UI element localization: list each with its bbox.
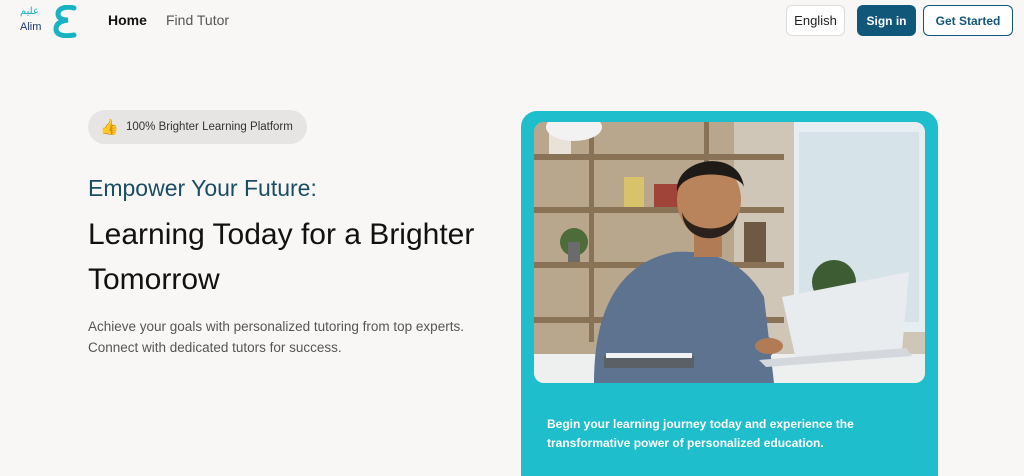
card-caption: Begin your learning journey today and ex… xyxy=(547,417,854,450)
alim-logo[interactable]: عليم Alim xyxy=(18,4,78,40)
badge-text: 100% Brighter Learning Platform xyxy=(126,121,293,133)
hero-description: Achieve your goals with personalized tut… xyxy=(88,319,464,355)
signin-button[interactable]: Sign in xyxy=(857,5,916,36)
hero-eyebrow: Empower Your Future: xyxy=(88,175,317,201)
tutor-photo-illustration xyxy=(534,122,925,383)
language-button[interactable]: English xyxy=(786,5,845,36)
nav-find-tutor[interactable]: Find Tutor xyxy=(166,12,229,28)
nav-home[interactable]: Home xyxy=(108,12,147,28)
thumbs-up-icon: 👍 xyxy=(100,118,119,136)
hero-photo xyxy=(534,122,925,383)
logo-arabic-text: عليم xyxy=(20,6,39,17)
platform-badge: 👍 100% Brighter Learning Platform xyxy=(88,110,307,144)
logo-english-text: Alim xyxy=(20,21,42,33)
hero-title: Learning Today for a Brighter Tomorrow xyxy=(88,218,475,296)
site-header: عليم Alim Home Find Tutor English Sign i… xyxy=(0,0,1024,44)
logo-mark-icon xyxy=(53,5,77,38)
get-started-button[interactable]: Get Started xyxy=(923,5,1013,36)
